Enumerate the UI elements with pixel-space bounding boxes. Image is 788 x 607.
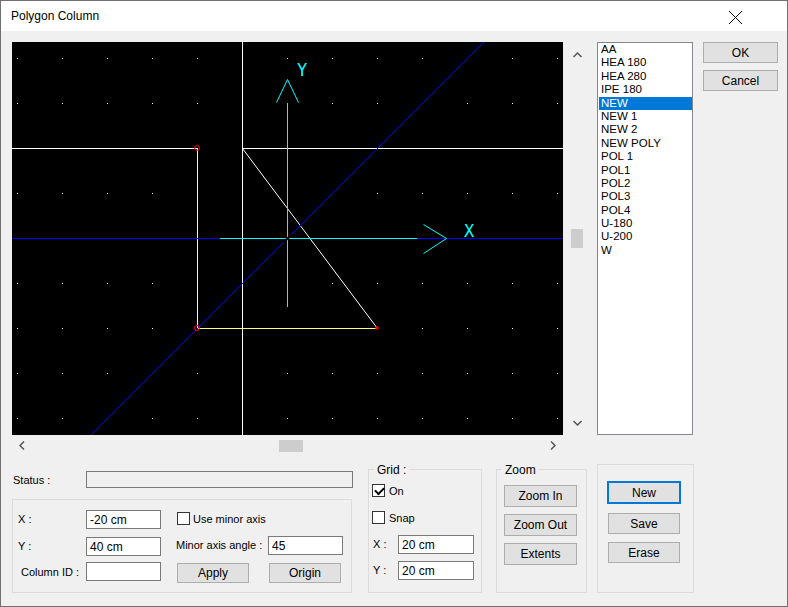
- grid-y-label: Y :: [373, 564, 386, 576]
- grid-snap-label: Snap: [389, 512, 415, 524]
- list-item[interactable]: POL4: [599, 204, 692, 217]
- status-label: Status :: [13, 474, 50, 486]
- erase-button[interactable]: Erase: [608, 542, 680, 563]
- list-item[interactable]: U-200: [599, 230, 692, 243]
- list-item[interactable]: NEW: [599, 97, 692, 110]
- zoom-group-title: Zoom: [502, 463, 539, 477]
- grid-group-title: Grid :: [374, 463, 409, 477]
- grid-on-checkbox[interactable]: [372, 484, 385, 497]
- canvas-svg: XY: [12, 42, 563, 435]
- column-id-input[interactable]: [86, 562, 161, 581]
- ok-button[interactable]: OK: [703, 42, 778, 63]
- y-input[interactable]: [86, 537, 161, 556]
- polygon-column-dialog: Polygon Column XY AAHEA 180HEA 280IPE 18…: [0, 0, 788, 607]
- y-label: Y :: [18, 540, 31, 552]
- window-title: Polygon Column: [11, 9, 99, 23]
- grid-x-input[interactable]: [398, 535, 474, 554]
- list-item[interactable]: IPE 180: [599, 83, 692, 96]
- hscroll-thumb[interactable]: [279, 440, 303, 452]
- section-listbox[interactable]: AAHEA 180HEA 280IPE 180NEWNEW 1NEW 2NEW …: [597, 42, 693, 435]
- minor-axis-angle-label: Minor axis angle :: [176, 539, 262, 551]
- extents-button[interactable]: Extents: [504, 543, 577, 565]
- list-item[interactable]: HEA 280: [599, 70, 692, 83]
- list-item[interactable]: POL3: [599, 190, 692, 203]
- save-button[interactable]: Save: [608, 513, 680, 534]
- grid-x-label: X :: [373, 538, 386, 550]
- list-item[interactable]: NEW 1: [599, 110, 692, 123]
- x-input[interactable]: [86, 510, 161, 529]
- grid-on-label: On: [389, 485, 404, 497]
- drawing-canvas[interactable]: XY: [12, 42, 563, 435]
- zoom-in-button[interactable]: Zoom In: [504, 485, 577, 507]
- list-item[interactable]: NEW 2: [599, 123, 692, 136]
- list-item[interactable]: HEA 180: [599, 56, 692, 69]
- use-minor-axis-label: Use minor axis: [193, 513, 266, 525]
- scroll-right-icon[interactable]: [550, 441, 556, 450]
- origin-button[interactable]: Origin: [269, 563, 341, 583]
- list-item[interactable]: AA: [599, 43, 692, 56]
- close-button[interactable]: [723, 6, 747, 28]
- status-field: [86, 471, 353, 488]
- x-label: X :: [18, 513, 31, 525]
- scroll-down-icon[interactable]: [573, 420, 582, 426]
- svg-text:Y: Y: [297, 60, 307, 80]
- new-button[interactable]: New: [607, 481, 681, 504]
- scroll-left-icon[interactable]: [19, 441, 25, 450]
- close-icon: [728, 10, 743, 25]
- grid-y-input[interactable]: [398, 561, 474, 580]
- list-item[interactable]: W: [599, 244, 692, 257]
- canvas-hscrollbar[interactable]: [11, 437, 563, 454]
- column-id-label: Column ID :: [21, 566, 79, 578]
- svg-text:X: X: [464, 221, 475, 241]
- canvas-vscrollbar[interactable]: [569, 42, 586, 435]
- minor-axis-angle-input[interactable]: [268, 536, 343, 555]
- list-item[interactable]: NEW POLY: [599, 137, 692, 150]
- apply-button[interactable]: Apply: [177, 563, 249, 583]
- grid-snap-checkbox[interactable]: [372, 511, 385, 524]
- use-minor-axis-checkbox[interactable]: [177, 512, 190, 525]
- list-item[interactable]: POL2: [599, 177, 692, 190]
- title-bar: Polygon Column: [1, 1, 787, 31]
- vscroll-thumb[interactable]: [571, 229, 583, 248]
- list-item[interactable]: POL 1: [599, 150, 692, 163]
- zoom-out-button[interactable]: Zoom Out: [504, 514, 577, 536]
- list-item[interactable]: U-180: [599, 217, 692, 230]
- scroll-up-icon[interactable]: [573, 52, 582, 58]
- list-item[interactable]: POL1: [599, 164, 692, 177]
- cancel-button[interactable]: Cancel: [703, 70, 778, 91]
